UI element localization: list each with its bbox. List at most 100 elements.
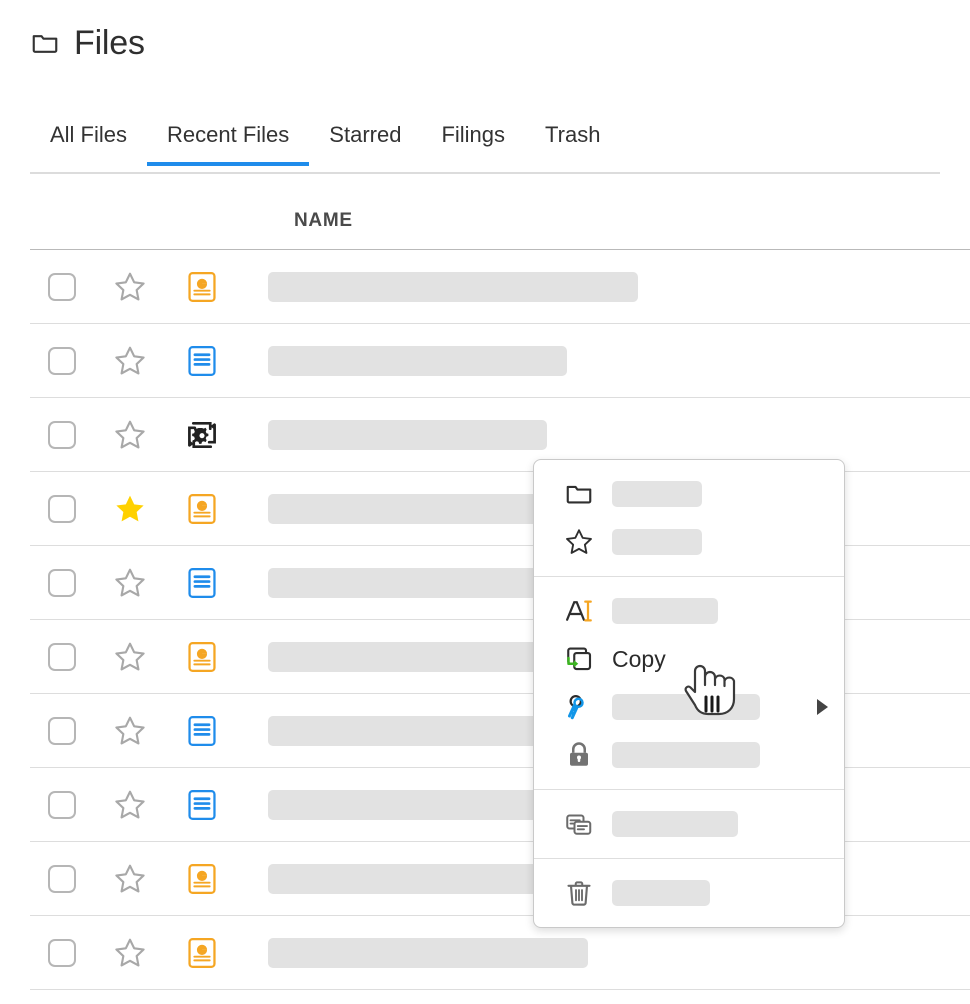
star-outline-icon: [564, 527, 594, 557]
row-checkbox[interactable]: [48, 346, 76, 375]
tab-label: Filings: [441, 122, 506, 147]
row-name-placeholder: [268, 345, 567, 376]
menu-item-properties-card[interactable]: [534, 800, 844, 848]
star-outline-icon: [115, 346, 145, 374]
row-checkbox-cell: [30, 568, 94, 597]
row-name-cell[interactable]: [238, 271, 970, 302]
row-name-placeholder: [268, 789, 573, 820]
row-checkbox[interactable]: [48, 494, 76, 523]
star-outline-icon: [115, 642, 145, 670]
menu-group: Copy: [534, 577, 844, 790]
star-outline-icon: [115, 790, 145, 818]
trash-icon: [564, 878, 594, 908]
presentation-icon: [188, 493, 216, 524]
row-file-type-cell: [166, 788, 238, 822]
tab-label: Starred: [329, 122, 402, 147]
row-star-button[interactable]: [94, 714, 166, 748]
keys-icon: [564, 692, 594, 722]
copy-icon: [564, 644, 594, 674]
row-checkbox[interactable]: [48, 938, 76, 967]
star-outline-icon: [115, 716, 145, 744]
star-outline-icon: [115, 568, 145, 596]
menu-item-keys[interactable]: [534, 683, 844, 731]
tab-filings[interactable]: Filings: [421, 120, 525, 164]
table-header: NAME: [30, 178, 970, 250]
document-icon: [188, 567, 216, 598]
column-header-name[interactable]: NAME: [294, 210, 353, 232]
presentation-icon: [188, 863, 216, 894]
row-file-type-cell: [166, 270, 238, 304]
row-star-button[interactable]: [94, 640, 166, 674]
menu-item-star-outline[interactable]: [534, 518, 844, 566]
page-header: Files: [30, 26, 145, 60]
menu-item-folder-open[interactable]: [534, 470, 844, 518]
files-page: Files All Files Recent Files Starred Filing…: [0, 0, 970, 1004]
menu-item-rename[interactable]: [534, 587, 844, 635]
row-star-button[interactable]: [94, 492, 166, 526]
row-star-button[interactable]: [94, 788, 166, 822]
row-name-placeholder: [268, 419, 547, 450]
row-checkbox[interactable]: [48, 864, 76, 893]
presentation-icon: [188, 937, 216, 968]
row-file-type-cell: [166, 936, 238, 970]
table-row[interactable]: [30, 250, 970, 324]
folder-open-icon: [564, 479, 594, 509]
tab-bar: All Files Recent Files Starred Filings Trash: [30, 120, 940, 174]
menu-item-label-placeholder: [612, 481, 702, 507]
menu-item-lock[interactable]: [534, 731, 844, 779]
menu-item-trash[interactable]: [534, 869, 844, 917]
menu-group: [534, 790, 844, 859]
tab-active-indicator: [309, 162, 421, 166]
row-checkbox-cell: [30, 494, 94, 523]
row-checkbox[interactable]: [48, 568, 76, 597]
tab-all-files[interactable]: All Files: [30, 120, 147, 164]
tab-recent-files[interactable]: Recent Files: [147, 120, 310, 166]
presentation-icon: [188, 641, 216, 672]
tab-trash[interactable]: Trash: [525, 120, 620, 164]
presentation-icon: [188, 271, 216, 302]
row-name-cell[interactable]: [238, 345, 970, 376]
menu-item-label-placeholder: [612, 811, 738, 837]
row-name-placeholder: [268, 641, 578, 672]
row-star-button[interactable]: [94, 862, 166, 896]
row-checkbox-cell: [30, 864, 94, 893]
row-file-type-cell: [166, 714, 238, 748]
menu-item-label-placeholder: [612, 529, 702, 555]
star-outline-icon: [115, 938, 145, 966]
menu-item-label-placeholder: [612, 598, 718, 624]
row-star-button[interactable]: [94, 936, 166, 970]
document-icon: [188, 715, 216, 746]
row-checkbox[interactable]: [48, 420, 76, 449]
row-name-cell[interactable]: [238, 937, 970, 968]
row-checkbox-cell: [30, 642, 94, 671]
row-checkbox-cell: [30, 938, 94, 967]
row-star-button[interactable]: [94, 418, 166, 452]
menu-group: [534, 859, 844, 927]
star-filled-icon: [116, 495, 144, 521]
row-star-button[interactable]: [94, 566, 166, 600]
row-checkbox-cell: [30, 346, 94, 375]
row-name-placeholder: [268, 937, 588, 968]
submenu-arrow-icon[interactable]: [817, 699, 828, 715]
menu-group: [534, 460, 844, 577]
row-file-type-cell: [166, 492, 238, 526]
row-checkbox[interactable]: [48, 790, 76, 819]
row-file-type-cell: [166, 862, 238, 896]
table-row[interactable]: [30, 324, 970, 398]
row-star-button[interactable]: [94, 344, 166, 378]
star-outline-icon: [115, 272, 145, 300]
tab-starred[interactable]: Starred: [309, 120, 421, 164]
document-icon: [188, 789, 216, 820]
row-checkbox[interactable]: [48, 642, 76, 671]
tab-label: Trash: [545, 122, 601, 147]
menu-item-label: Copy: [612, 645, 666, 672]
menu-item-copy[interactable]: Copy: [534, 635, 844, 683]
row-star-button[interactable]: [94, 270, 166, 304]
row-checkbox[interactable]: [48, 716, 76, 745]
row-name-cell[interactable]: [238, 419, 970, 450]
row-checkbox[interactable]: [48, 272, 76, 301]
lock-icon: [564, 740, 594, 770]
star-outline-icon: [115, 420, 145, 448]
star-outline-icon: [115, 864, 145, 892]
folder-icon: [30, 28, 60, 58]
